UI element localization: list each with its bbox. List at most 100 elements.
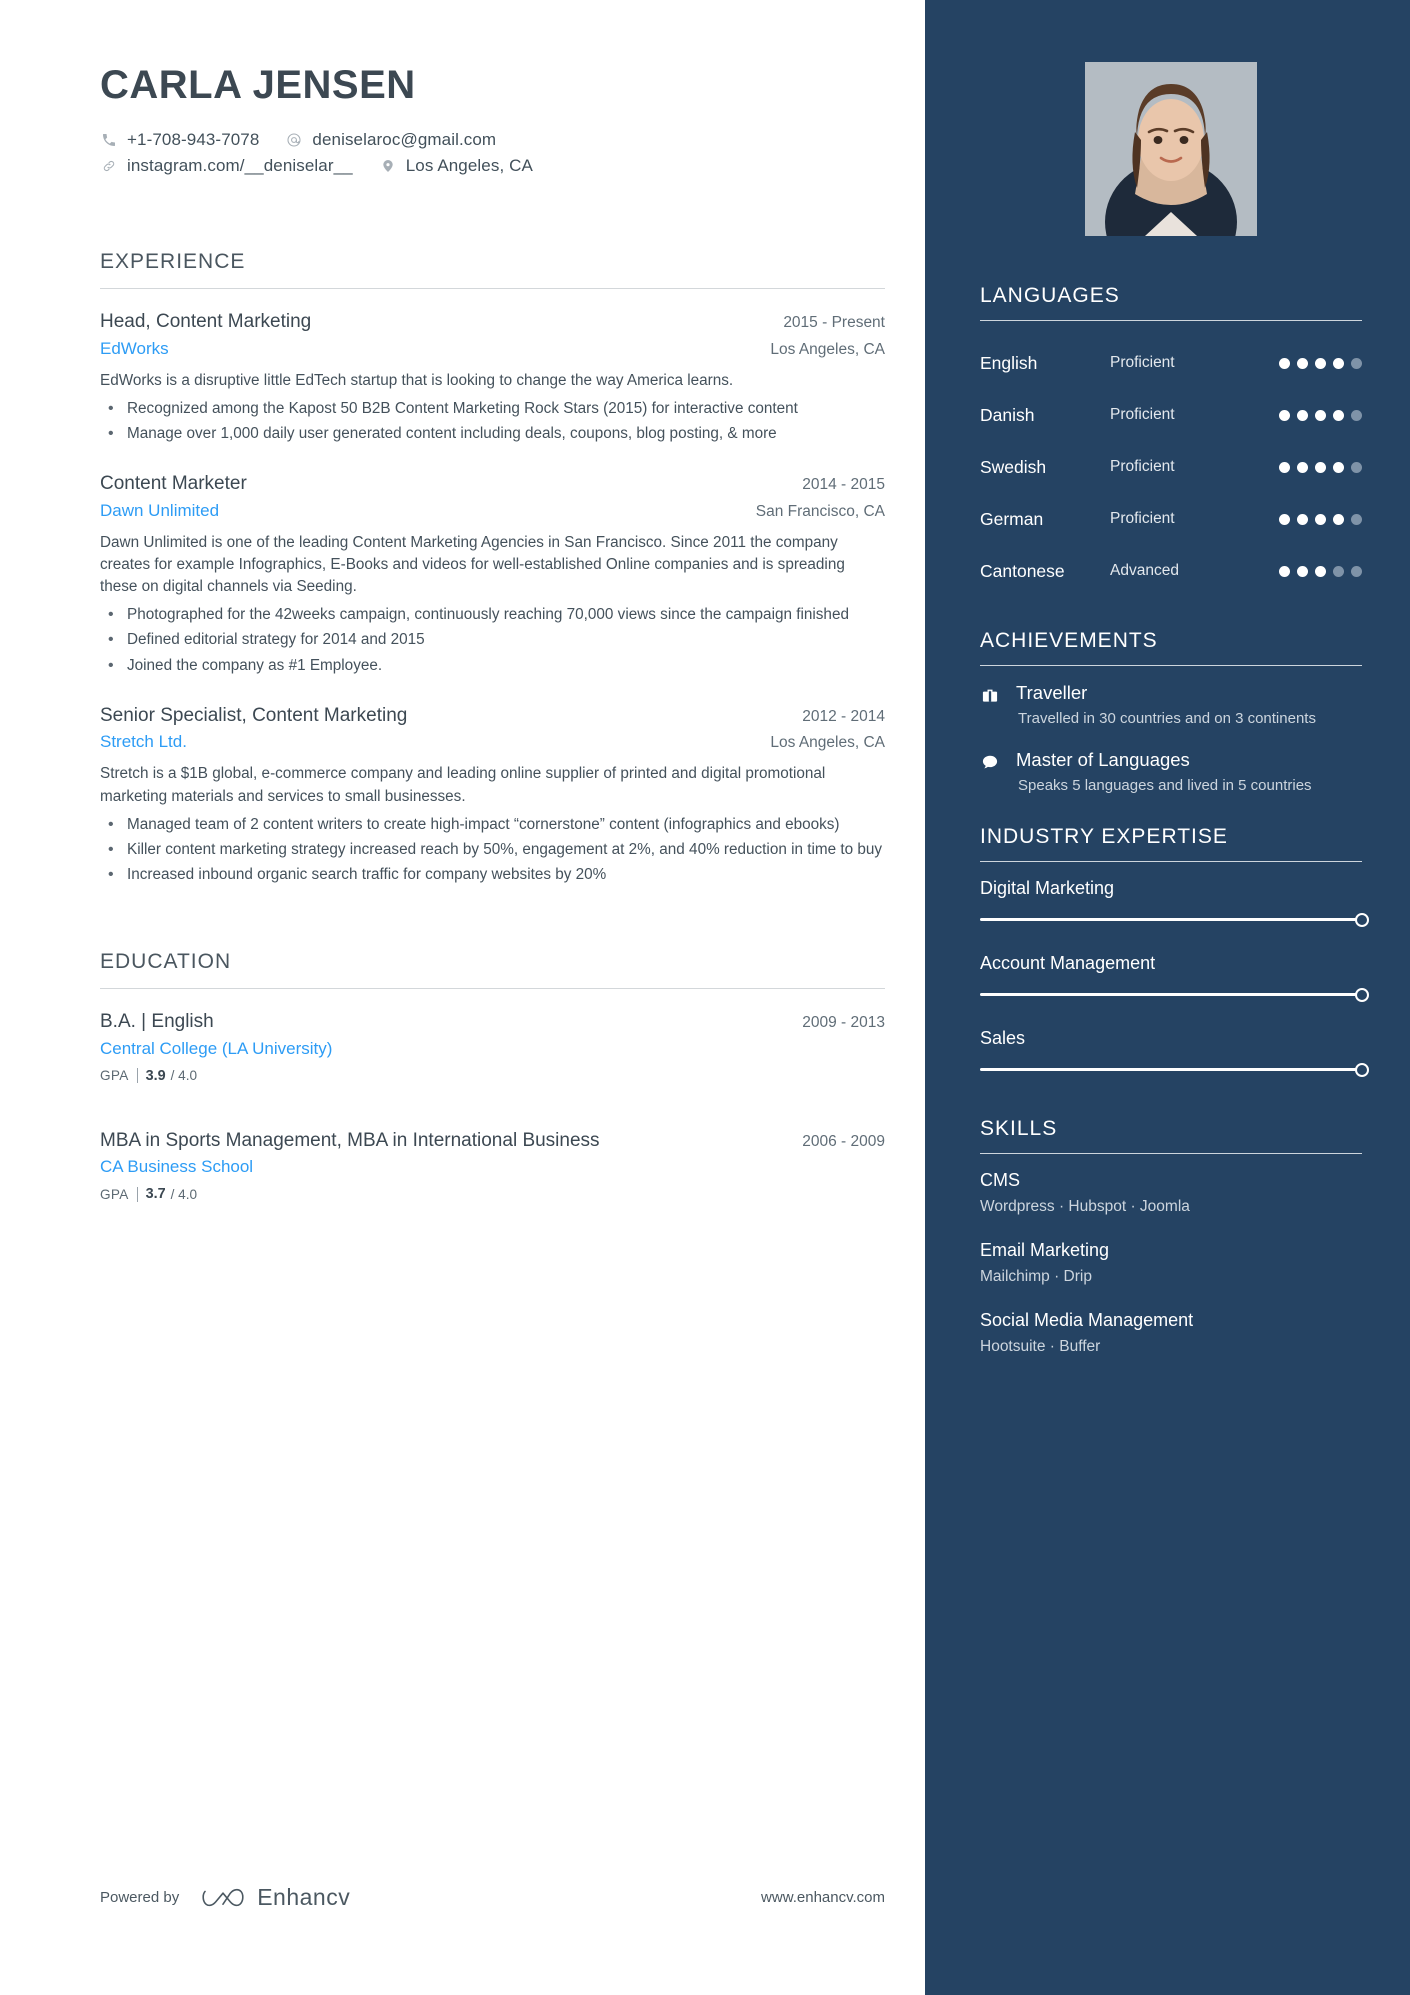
- rating-dot: [1333, 461, 1344, 473]
- language-name: Swedish: [980, 456, 1047, 477]
- footer-url[interactable]: www.enhancv.com: [761, 1889, 885, 1906]
- contact-line-2: instagram.com/__deniselar__ Los Angeles,…: [100, 156, 885, 176]
- job-date: 2012 - 2014: [802, 707, 885, 725]
- industry-expertise-section-title: INDUSTRY EXPERTISE: [980, 824, 1228, 848]
- page-title: CARLA JENSEN: [100, 63, 416, 107]
- job-title: Content Marketer: [100, 473, 247, 495]
- slider-knob[interactable]: [1355, 987, 1369, 1002]
- rating-dot: [1297, 513, 1308, 525]
- degree-title: B.A. | English: [100, 1011, 214, 1033]
- education-entry: B.A. | English 2009 - 2013 Central Colle…: [100, 1009, 885, 1084]
- at-icon: [285, 131, 303, 149]
- language-row: German Proficient: [980, 493, 1362, 545]
- sidebar: LANGUAGES English Proficient Danish Prof…: [925, 0, 1410, 1995]
- job-location: San Francisco, CA: [755, 502, 885, 520]
- powered-by-label: Powered by: [100, 1889, 180, 1906]
- contact-phone-text: +1-708-943-7078: [127, 130, 260, 149]
- divider: [980, 1152, 1362, 1154]
- contact-email[interactable]: deniselaroc@gmail.com: [285, 130, 496, 150]
- language-row: English Proficient: [980, 337, 1362, 389]
- enhancv-logo-icon: [201, 1885, 247, 1911]
- job-company[interactable]: Stretch Ltd.: [100, 732, 187, 752]
- contact-phone[interactable]: +1-708-943-7078: [100, 130, 259, 150]
- rating-dot: [1297, 461, 1308, 473]
- contact-location[interactable]: Los Angeles, CA: [379, 156, 533, 176]
- expertise-item: Sales: [980, 1027, 1369, 1077]
- job-description: Dawn Unlimited is one of the leading Con…: [100, 533, 845, 596]
- gpa-value: 3.9: [145, 1067, 166, 1084]
- job-date: 2014 - 2015: [802, 476, 885, 494]
- language-rating-dots: [1279, 409, 1362, 421]
- job-company[interactable]: EdWorks: [100, 339, 169, 359]
- job-bullet: Joined the company as #1 Employee.: [100, 654, 885, 677]
- language-row: Cantonese Advanced: [980, 545, 1362, 597]
- language-row: Danish Proficient: [980, 389, 1362, 441]
- expertise-item: Digital Marketing: [980, 878, 1369, 927]
- language-name: Danish: [980, 404, 1035, 425]
- experience-entry: Head, Content Marketing 2015 - Present E…: [100, 309, 885, 445]
- contact-email-text: deniselaroc@gmail.com: [312, 130, 497, 149]
- gpa-separator: [136, 1186, 138, 1202]
- achievement-title: Traveller: [1016, 682, 1088, 703]
- experience-entry: Senior Specialist, Content Marketing 201…: [100, 703, 885, 887]
- divider: [100, 288, 885, 289]
- expertise-slider[interactable]: [980, 987, 1369, 1002]
- main-column: CARLA JENSEN +1-708-943-7078 deniselaroc…: [0, 0, 925, 1995]
- experience-section-title: EXPERIENCE: [100, 250, 246, 273]
- resume-page: CARLA JENSEN +1-708-943-7078 deniselaroc…: [0, 0, 1410, 1995]
- rating-dot: [1279, 513, 1290, 525]
- gpa-max: / 4.0: [170, 1186, 198, 1202]
- rating-dot: [1333, 409, 1344, 421]
- expertise-label: Sales: [980, 1027, 1026, 1048]
- language-level: Proficient: [1110, 510, 1175, 527]
- profile-photo-illustration: [1085, 62, 1257, 236]
- gpa-value: 3.7: [145, 1186, 166, 1203]
- rating-dot: [1315, 565, 1326, 577]
- expertise-item: Account Management: [980, 952, 1369, 1002]
- language-rating-dots: [1279, 565, 1362, 577]
- language-level: Proficient: [1110, 458, 1175, 475]
- job-company[interactable]: Dawn Unlimited: [100, 501, 219, 521]
- slider-track: [980, 917, 1362, 921]
- job-description: EdWorks is a disruptive little EdTech st…: [100, 371, 734, 389]
- degree-date: 2009 - 2013: [802, 1014, 885, 1032]
- languages-section-title: LANGUAGES: [980, 284, 1120, 307]
- expertise-slider[interactable]: [980, 1062, 1369, 1077]
- skill-item: CMS Wordpress · Hubspot · Joomla: [980, 1170, 1362, 1216]
- degree-date: 2006 - 2009: [802, 1132, 885, 1150]
- job-bullet: Manage over 1,000 daily user generated c…: [100, 422, 885, 445]
- degree-title: MBA in Sports Management, MBA in Interna…: [100, 1129, 600, 1151]
- achievements-section-title: ACHIEVEMENTS: [980, 629, 1158, 652]
- education-entry: MBA in Sports Management, MBA in Interna…: [100, 1128, 885, 1203]
- rating-dot: [1315, 357, 1326, 369]
- slider-knob[interactable]: [1355, 1062, 1369, 1077]
- school-name[interactable]: Central College (LA University): [100, 1039, 885, 1059]
- skills-section: SKILLS CMS Wordpress · Hubspot · Joomla …: [980, 1117, 1362, 1356]
- gpa-max: / 4.0: [170, 1068, 198, 1084]
- skill-tools: Hootsuite · Buffer: [980, 1337, 1101, 1355]
- contact-instagram-text: instagram.com/__deniselar__: [127, 156, 353, 175]
- skill-item: Email Marketing Mailchimp · Drip: [980, 1240, 1362, 1286]
- job-location: Los Angeles, CA: [770, 340, 885, 358]
- job-bullet: Defined editorial strategy for 2014 and …: [100, 628, 885, 651]
- job-title: Senior Specialist, Content Marketing: [100, 704, 408, 726]
- rating-dot: [1315, 461, 1326, 473]
- enhancv-wordmark: Enhancv: [257, 1884, 351, 1910]
- rating-dot: [1333, 357, 1344, 369]
- gpa-label: GPA: [100, 1186, 129, 1202]
- language-rating-dots: [1279, 461, 1362, 473]
- job-description: Stretch is a $1B global, e-commerce comp…: [100, 765, 826, 805]
- slider-knob[interactable]: [1355, 912, 1369, 927]
- expertise-slider[interactable]: [980, 912, 1369, 927]
- contact-instagram[interactable]: instagram.com/__deniselar__: [100, 156, 353, 176]
- languages-section: LANGUAGES English Proficient Danish Prof…: [980, 284, 1362, 597]
- skill-tools: Mailchimp · Drip: [980, 1267, 1092, 1285]
- skill-item: Social Media Management Hootsuite · Buff…: [980, 1310, 1362, 1356]
- expertise-label: Account Management: [980, 952, 1156, 973]
- school-name[interactable]: CA Business School: [100, 1157, 885, 1177]
- footer: Powered by Enhancv www.enhancv.com: [100, 1884, 885, 1911]
- skills-section-title: SKILLS: [980, 1116, 1058, 1140]
- experience-section: EXPERIENCE Head, Content Marketing 2015 …: [100, 250, 885, 886]
- language-level: Proficient: [1110, 406, 1175, 423]
- phone-icon: [100, 131, 118, 149]
